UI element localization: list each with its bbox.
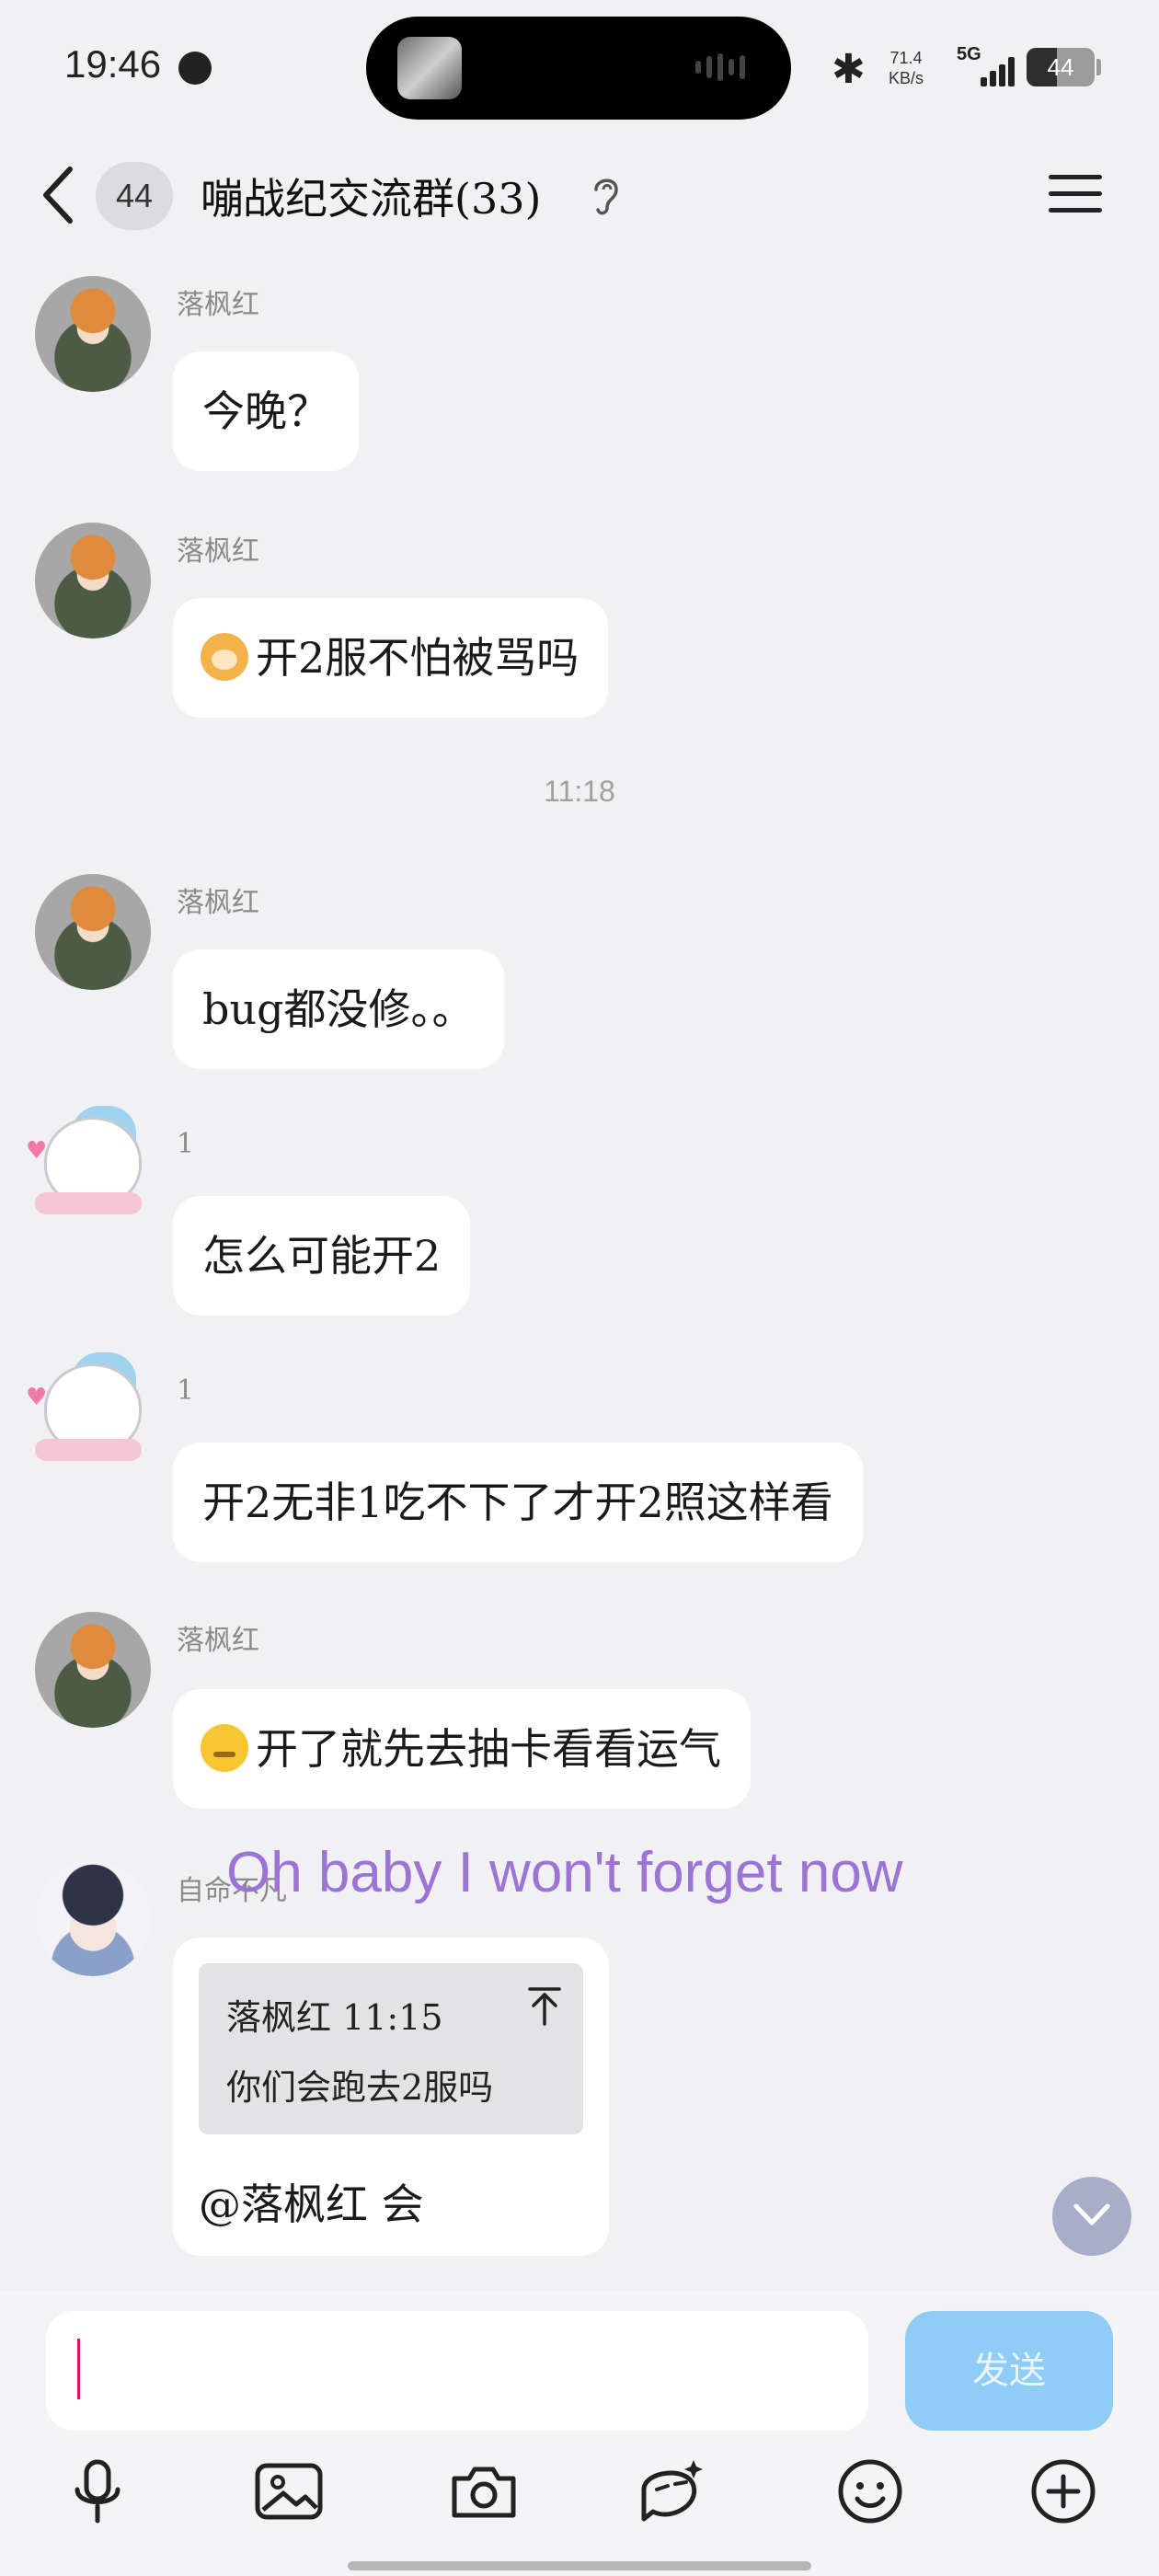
sender-name: 落枫红: [177, 1625, 259, 1657]
heart-icon: ♥: [26, 1137, 48, 1165]
home-indicator[interactable]: [348, 2561, 811, 2570]
image-icon[interactable]: [250, 2453, 327, 2530]
shy-emoji-icon: [201, 1724, 248, 1772]
avatar[interactable]: [35, 1612, 151, 1728]
sender-name: 1: [177, 1374, 195, 1407]
plus-icon[interactable]: [1025, 2453, 1102, 2530]
avatar-ribbon: [35, 1192, 142, 1214]
heart-icon: ♥: [26, 1384, 48, 1411]
avatar[interactable]: ♥: [26, 1351, 142, 1466]
message-bubble[interactable]: 怎么可能开2: [173, 1196, 471, 1316]
microphone-icon[interactable]: [59, 2453, 136, 2530]
battery-level: 44: [1047, 53, 1074, 81]
time-divider: 11:18: [544, 775, 615, 808]
app-activity-icon: [178, 52, 212, 85]
sender-name: 落枫红: [177, 887, 259, 919]
quoted-message[interactable]: 落枫红 11:15 你们会跑去2服吗: [199, 1963, 583, 2134]
send-button[interactable]: 发送: [905, 2311, 1113, 2431]
sender-name: 落枫红: [177, 289, 259, 321]
sender-name: 1: [177, 1128, 195, 1160]
jump-to-quote-icon[interactable]: [526, 1985, 563, 2028]
camera-icon[interactable]: [445, 2453, 522, 2530]
message-bubble[interactable]: 开了就先去抽卡看看运气: [173, 1689, 751, 1809]
dog-emoji-icon: [201, 633, 248, 681]
bluetooth-icon: ✱: [832, 46, 866, 93]
reply-message-bubble[interactable]: 落枫红 11:15 你们会跑去2服吗 @落枫红 会: [173, 1938, 609, 2256]
avatar[interactable]: [35, 874, 151, 990]
text-caret: [77, 2339, 80, 2399]
network-speed-unit: KB/s: [889, 69, 924, 87]
avatar[interactable]: [35, 276, 151, 392]
ear-icon[interactable]: [591, 173, 622, 217]
avatar[interactable]: [35, 523, 151, 638]
message-text: 今晚？: [202, 386, 329, 436]
quote-header: 落枫红 11:15: [226, 1997, 443, 2038]
message-text: bug都没修。。: [202, 984, 475, 1034]
message-text: 开2无非1吃不下了才开2照这样看: [202, 1478, 833, 1527]
media-thumbnail-icon: [397, 37, 462, 99]
message-text: 开2服不怕被骂吗: [256, 633, 580, 683]
message-bubble[interactable]: 开2服不怕被骂吗: [173, 598, 609, 718]
menu-icon[interactable]: [1049, 171, 1107, 217]
battery-tip: [1096, 59, 1101, 75]
avatar[interactable]: [35, 1860, 151, 1976]
quote-text: 你们会跑去2服吗: [226, 2067, 494, 2108]
sticker-icon[interactable]: [633, 2453, 710, 2530]
avatar-ribbon: [35, 1439, 142, 1461]
composer: 发送: [0, 2291, 1159, 2576]
unread-count-badge[interactable]: 44: [96, 162, 173, 230]
message-bubble[interactable]: 开2无非1吃不下了才开2照这样看: [173, 1443, 863, 1562]
message-bubble[interactable]: bug都没修。。: [173, 949, 504, 1069]
back-icon[interactable]: [37, 158, 83, 232]
scroll-to-bottom-button[interactable]: [1052, 2177, 1131, 2256]
signal-bars-icon: [979, 52, 1021, 86]
message-input[interactable]: [46, 2311, 868, 2431]
status-bar: 19:46 ✱ 71.4 KB/s 5G 44: [0, 0, 1159, 138]
emoji-icon[interactable]: [832, 2453, 909, 2530]
chevron-down-icon: [1073, 2203, 1110, 2225]
network-speed: 71.4 KB/s: [889, 48, 924, 88]
dynamic-island[interactable]: [366, 17, 791, 120]
chat-header: [0, 138, 1159, 258]
status-time: 19:46: [64, 42, 162, 86]
network-type: 5G: [957, 44, 981, 64]
floating-lyric: Oh baby I won't forget now: [226, 1841, 903, 1904]
audio-wave-icon: [695, 53, 760, 83]
avatar[interactable]: ♥: [26, 1104, 142, 1220]
network-speed-value: 71.4: [889, 49, 923, 67]
battery-icon: 44: [1027, 48, 1095, 86]
message-text: 开了就先去抽卡看看运气: [256, 1724, 721, 1774]
message-text: 怎么可能开2: [202, 1231, 442, 1281]
message-bubble[interactable]: 今晚？: [173, 351, 359, 471]
sender-name: 落枫红: [177, 535, 259, 568]
message-text: @落枫红 会: [199, 2179, 424, 2229]
chat-title[interactable]: 嘣战纪交流群(33): [201, 166, 541, 226]
